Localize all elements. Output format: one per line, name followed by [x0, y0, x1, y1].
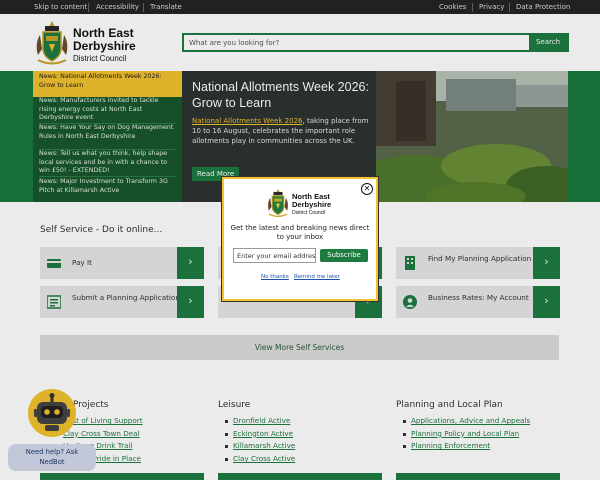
newsletter-modal: ✕ North East Derbyshire District Council…: [222, 177, 378, 301]
modal-message: Get the latest and breaking news direct …: [230, 224, 370, 241]
email-field[interactable]: [233, 248, 316, 263]
modal-logo-name: North East Derbyshire: [292, 193, 331, 209]
remind-later-link[interactable]: Remind me later: [294, 274, 340, 280]
close-icon[interactable]: ✕: [361, 183, 373, 195]
no-thanks-link[interactable]: No thanks: [261, 274, 289, 280]
subscribe-button[interactable]: Subscribe: [320, 249, 368, 262]
modal-logo: North East Derbyshire District Council: [265, 187, 345, 219]
coat-of-arms-icon: [268, 188, 288, 217]
modal-logo-line-2: Derbyshire: [292, 200, 332, 209]
modal-logo-subtitle: District Council: [292, 210, 326, 216]
